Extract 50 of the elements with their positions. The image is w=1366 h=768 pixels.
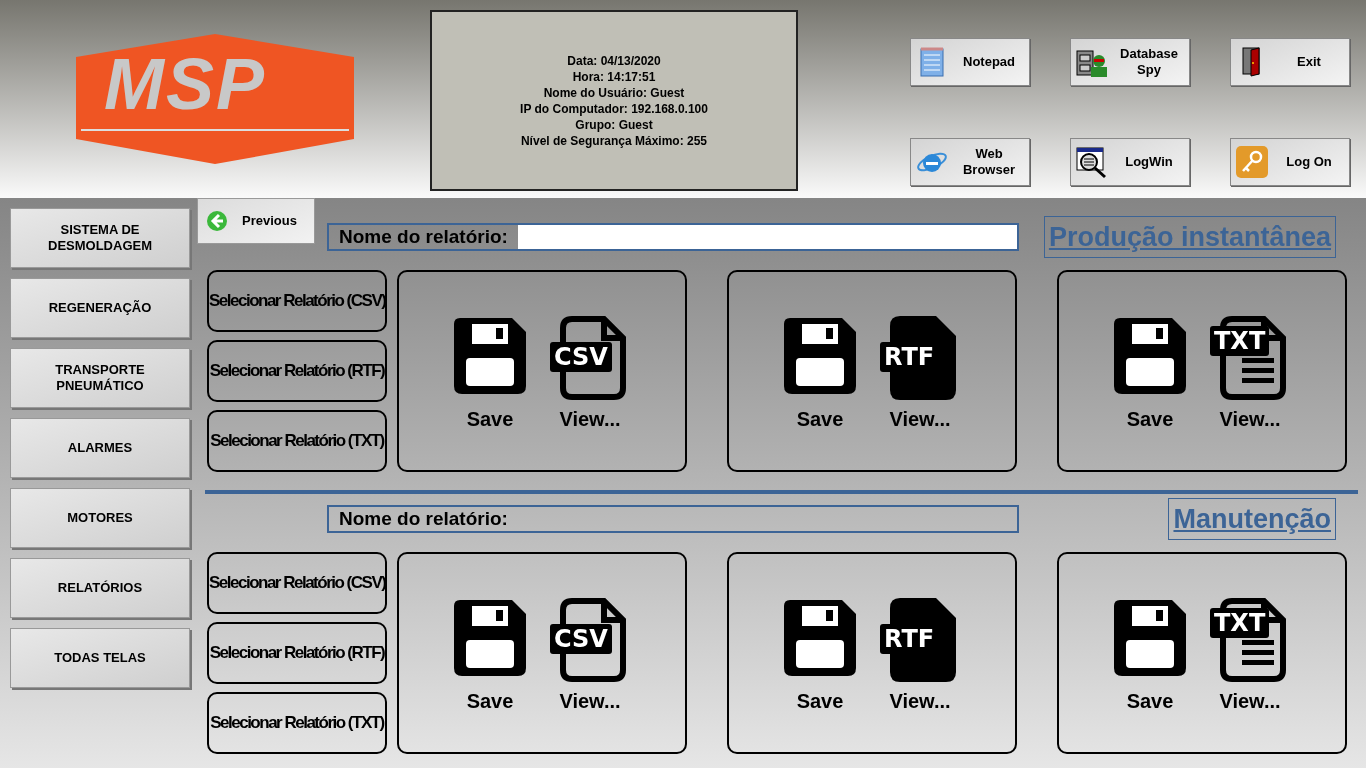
logo-text: MSP	[104, 48, 267, 120]
nav-button[interactable]: SISTEMA DE DESMOLDAGEM	[10, 208, 190, 268]
select-report-button[interactable]: Selecionar Relatório (TXT)	[207, 410, 387, 472]
save-button[interactable]: Save	[1114, 318, 1186, 434]
nav-button[interactable]: ALARMES	[10, 418, 190, 478]
info-line: Data: 04/13/2020	[567, 52, 661, 69]
previous-button[interactable]: Previous	[197, 198, 315, 244]
info-line: Nível de Segurança Máximo: 255	[520, 132, 708, 149]
nav-button[interactable]: REGENERAÇÃO	[10, 278, 190, 338]
report-name-input[interactable]	[517, 225, 1017, 249]
key-icon	[1235, 145, 1269, 179]
select-report-button[interactable]: Selecionar Relatório (CSV)	[207, 270, 387, 332]
save-button[interactable]: Save	[454, 600, 526, 716]
select-report-button[interactable]: Selecionar Relatório (TXT)	[207, 692, 387, 754]
nav-button[interactable]: TRANSPORTE PNEUMÁTICO	[10, 348, 190, 408]
view-button[interactable]: TXT View...	[1210, 316, 1290, 434]
save-button[interactable]: Save	[784, 600, 856, 716]
view-button[interactable]: CSV View...	[550, 316, 630, 434]
info-line: Grupo: Guest	[575, 116, 653, 133]
section-title: Produção instantânea	[1043, 215, 1336, 259]
toolbar-button[interactable]: Notepad	[910, 38, 1030, 86]
select-report-button[interactable]: Selecionar Relatório (RTF)	[207, 340, 387, 402]
save-button[interactable]: Save	[454, 318, 526, 434]
toolbar-button[interactable]: LogWin	[1070, 138, 1190, 186]
file-type-label: TXT	[1210, 608, 1270, 638]
section-title: Manutenção	[1168, 497, 1336, 541]
info-line: Hora: 14:17:51	[572, 68, 656, 85]
file-type-label: CSV	[550, 624, 612, 654]
nav-button[interactable]: TODAS TELAS	[10, 628, 190, 688]
nav-button[interactable]: RELATÓRIOS	[10, 558, 190, 618]
toolbar-button[interactable]: Log On	[1230, 138, 1350, 186]
info-line: IP do Computador: 192.168.0.100	[520, 100, 708, 117]
toolbar-button[interactable]: Web Browser	[910, 138, 1030, 186]
save-button[interactable]: Save	[784, 318, 856, 434]
file-type-label: CSV	[550, 342, 612, 372]
view-button[interactable]: TXT View...	[1210, 598, 1290, 716]
save-button[interactable]: Save	[1114, 600, 1186, 716]
report-name-label: Nome do relatório:	[338, 224, 509, 249]
nav-button[interactable]: MOTORES	[10, 488, 190, 548]
file-type-label: TXT	[1210, 326, 1270, 356]
toolbar-button[interactable]: Exit	[1230, 38, 1350, 86]
view-button[interactable]: RTF View...	[880, 598, 960, 716]
report-name-label: Nome do relatório:	[338, 506, 509, 531]
select-report-button[interactable]: Selecionar Relatório (CSV)	[207, 552, 387, 614]
select-report-button[interactable]: Selecionar Relatório (RTF)	[207, 622, 387, 684]
toolbar-button[interactable]: Database Spy	[1070, 38, 1190, 86]
view-button[interactable]: RTF View...	[880, 316, 960, 434]
info-line: Nome do Usuário: Guest	[543, 84, 685, 101]
view-button[interactable]: CSV View...	[550, 598, 630, 716]
magnifier-window-icon	[1075, 145, 1109, 179]
